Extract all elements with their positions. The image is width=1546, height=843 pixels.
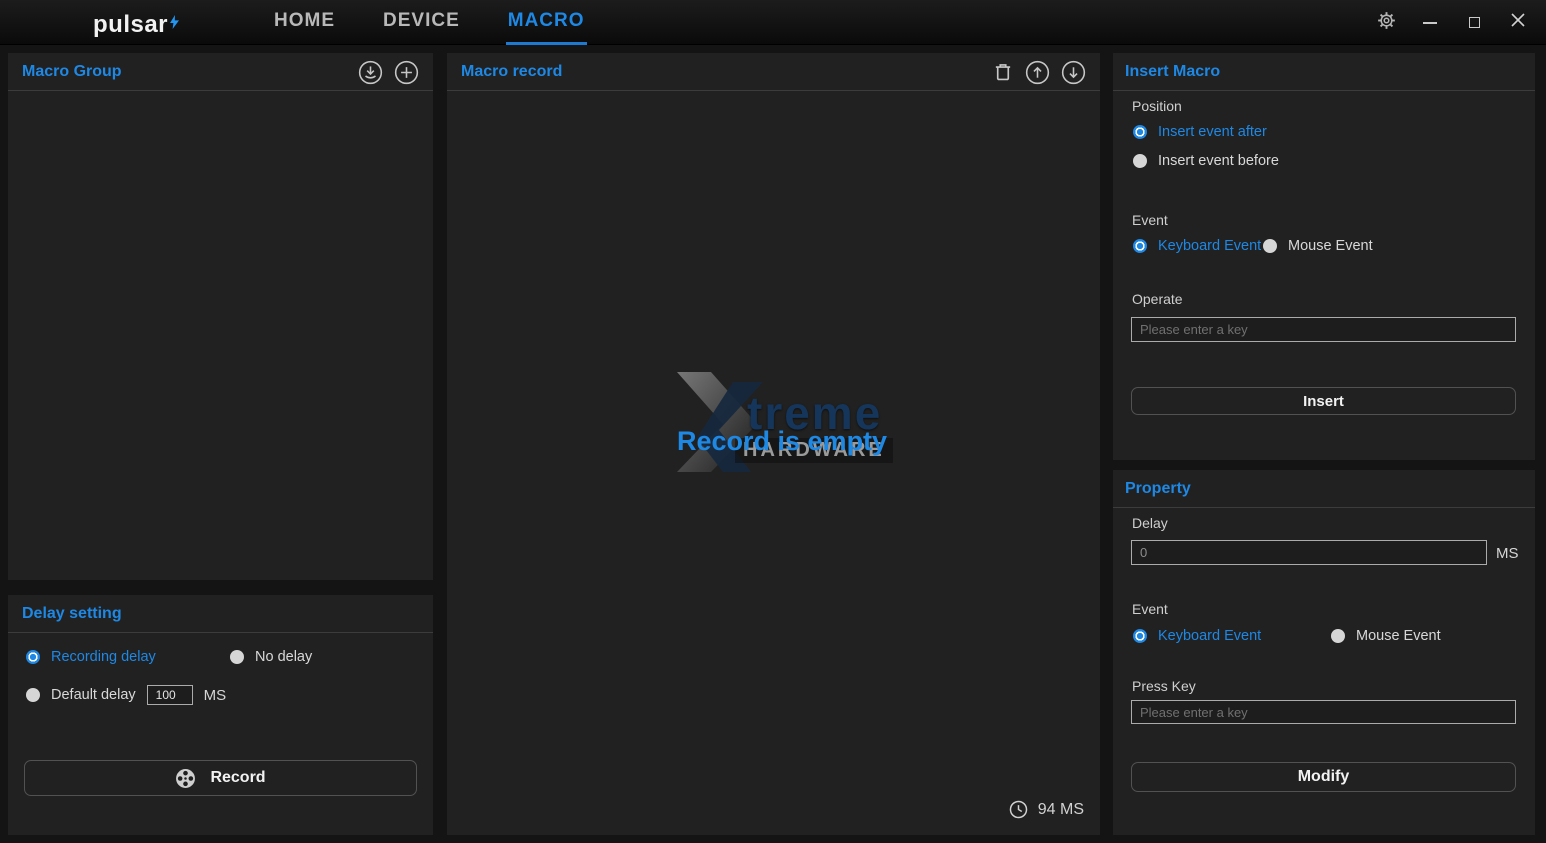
tab-home[interactable]: HOME: [272, 0, 337, 45]
logo-text: pulsar: [93, 11, 168, 39]
duration-value: 94 MS: [1038, 801, 1084, 819]
minimize-button[interactable]: [1408, 0, 1452, 45]
record-empty-message: Record is empty: [677, 426, 887, 457]
insert-macro-header: Insert Macro: [1113, 53, 1535, 91]
macro-group-list[interactable]: [8, 91, 433, 579]
property-panel: Property Delay MS Event Keyboard Event M…: [1113, 470, 1535, 835]
add-macro-button[interactable]: [394, 60, 419, 85]
gear-icon: [1377, 11, 1396, 35]
event-label: Event: [1132, 601, 1168, 617]
trash-icon: [992, 61, 1014, 83]
radio-selected-icon: [1133, 239, 1147, 253]
mouse-event-option[interactable]: Mouse Event: [1331, 628, 1441, 644]
recording-delay-label: Recording delay: [51, 649, 156, 665]
radio-icon: [26, 688, 40, 702]
macro-record-title: Macro record: [461, 63, 562, 81]
modify-button[interactable]: Modify: [1131, 762, 1516, 792]
recording-delay-option[interactable]: Recording delay: [26, 649, 156, 665]
press-key-label: Press Key: [1132, 678, 1196, 694]
delay-setting-title: Delay setting: [22, 605, 122, 623]
window-controls: [1364, 0, 1540, 45]
radio-icon: [230, 650, 244, 664]
default-delay-label: Default delay: [51, 687, 136, 703]
insert-button-label: Insert: [1303, 393, 1344, 410]
delay-label: Delay: [1132, 515, 1168, 531]
total-duration: 94 MS: [1009, 800, 1084, 819]
delay-setting-panel: Delay setting Recording delay No delay D…: [8, 595, 433, 835]
keyboard-event-label: Keyboard Event: [1158, 628, 1261, 644]
maximize-icon: [1469, 17, 1480, 28]
close-icon: [1511, 13, 1525, 32]
pulsar-logo: pulsar: [93, 8, 179, 39]
clock-icon: [1009, 800, 1028, 819]
macro-group-header: Macro Group: [8, 53, 433, 91]
import-macro-button[interactable]: [358, 60, 383, 85]
insert-macro-panel: Insert Macro Position Insert event after…: [1113, 53, 1535, 460]
radio-selected-icon: [26, 650, 40, 664]
mouse-event-option[interactable]: Mouse Event: [1263, 238, 1373, 254]
position-label: Position: [1132, 98, 1182, 114]
macro-record-panel: Macro record: [447, 53, 1100, 835]
main-nav: HOME DEVICE MACRO: [272, 0, 587, 45]
download-icon: [358, 60, 383, 85]
macro-group-title: Macro Group: [22, 63, 122, 81]
modify-button-label: Modify: [1298, 768, 1350, 786]
operate-label: Operate: [1132, 291, 1183, 307]
arrow-down-circle-icon: [1061, 60, 1086, 85]
mouse-event-label: Mouse Event: [1356, 628, 1441, 644]
keyboard-event-label: Keyboard Event: [1158, 238, 1261, 254]
record-button-label: Record: [210, 769, 265, 787]
arrow-up-circle-icon: [1025, 60, 1050, 85]
delete-event-button[interactable]: [992, 61, 1014, 83]
insert-macro-title: Insert Macro: [1125, 63, 1220, 81]
operate-key-input[interactable]: [1131, 317, 1516, 342]
tab-device[interactable]: DEVICE: [381, 0, 462, 45]
insert-button[interactable]: Insert: [1131, 387, 1516, 415]
macro-group-panel: Macro Group: [8, 53, 433, 580]
close-button[interactable]: [1496, 0, 1540, 45]
ms-label: MS: [204, 687, 227, 704]
property-title: Property: [1125, 480, 1191, 498]
delay-input[interactable]: [1131, 540, 1487, 565]
minimize-icon: [1423, 22, 1437, 24]
radio-selected-icon: [1133, 125, 1147, 139]
xtreme-hardware-watermark: treme HARDWARE Record is empty: [675, 368, 905, 478]
radio-icon: [1331, 629, 1345, 643]
tab-macro[interactable]: MACRO: [506, 0, 587, 45]
no-delay-option[interactable]: No delay: [230, 649, 312, 665]
insert-before-label: Insert event before: [1158, 153, 1279, 169]
settings-button[interactable]: [1364, 0, 1408, 45]
keyboard-event-option[interactable]: Keyboard Event: [1133, 628, 1261, 644]
default-delay-input[interactable]: [147, 685, 193, 705]
ms-label: MS: [1496, 545, 1519, 562]
default-delay-option[interactable]: Default delay MS: [26, 685, 226, 705]
mouse-event-label: Mouse Event: [1288, 238, 1373, 254]
delay-setting-header: Delay setting: [8, 595, 433, 633]
record-button[interactable]: Record: [24, 760, 417, 796]
property-header: Property: [1113, 470, 1535, 508]
insert-before-option[interactable]: Insert event before: [1133, 153, 1279, 169]
move-event-up-button[interactable]: [1025, 60, 1050, 85]
titlebar: pulsar HOME DEVICE MACRO: [0, 0, 1546, 45]
radio-icon: [1133, 154, 1147, 168]
no-delay-label: No delay: [255, 649, 312, 665]
event-label: Event: [1132, 212, 1168, 228]
insert-after-label: Insert event after: [1158, 124, 1267, 140]
move-event-down-button[interactable]: [1061, 60, 1086, 85]
radio-selected-icon: [1133, 629, 1147, 643]
radio-icon: [1263, 239, 1277, 253]
insert-after-option[interactable]: Insert event after: [1133, 124, 1267, 140]
plus-icon: [394, 60, 419, 85]
lightning-icon: [170, 8, 179, 36]
maximize-button[interactable]: [1452, 0, 1496, 45]
film-reel-icon: [175, 768, 196, 789]
app-window: pulsar HOME DEVICE MACRO: [0, 0, 1546, 843]
keyboard-event-option[interactable]: Keyboard Event: [1133, 238, 1261, 254]
press-key-input[interactable]: [1131, 700, 1516, 724]
macro-record-header: Macro record: [447, 53, 1100, 91]
